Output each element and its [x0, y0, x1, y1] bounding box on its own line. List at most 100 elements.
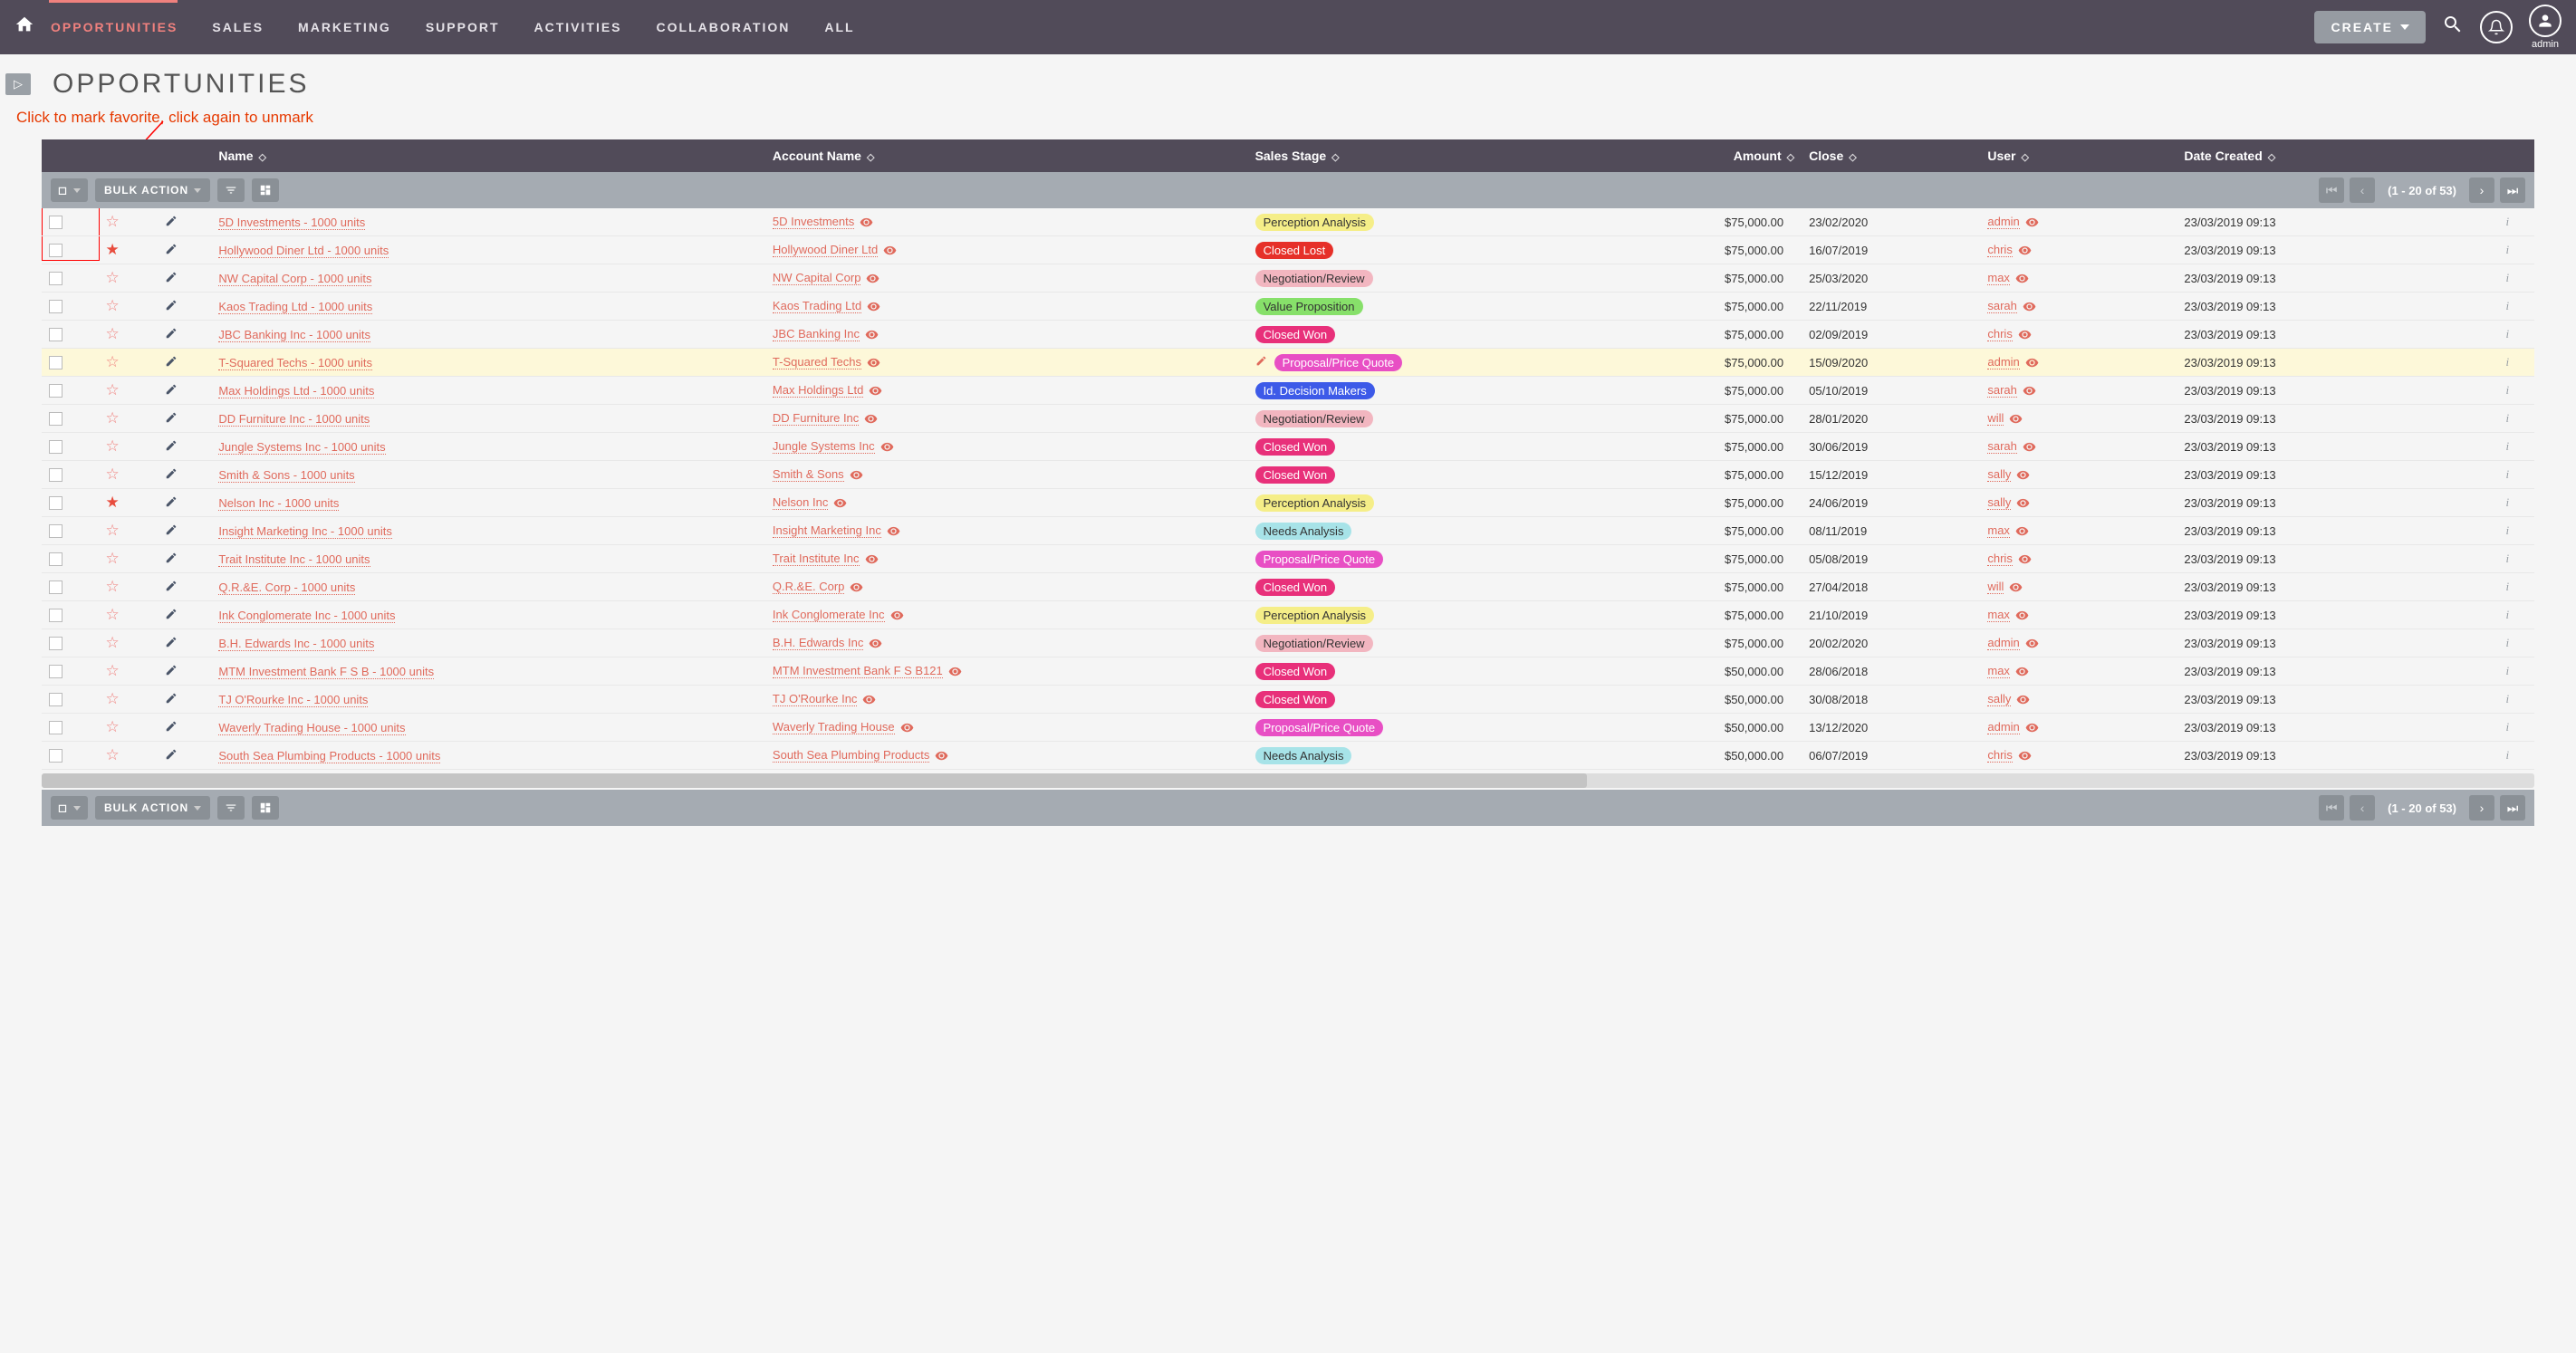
favorite-star-icon[interactable]: ☆ [104, 325, 120, 343]
favorite-star-icon[interactable]: ★ [104, 241, 120, 259]
preview-icon[interactable] [883, 243, 897, 256]
preview-icon[interactable] [860, 215, 873, 228]
preview-icon[interactable] [864, 411, 878, 425]
favorite-star-icon[interactable]: ☆ [104, 269, 120, 287]
opportunity-name-link[interactable]: Smith & Sons - 1000 units [218, 468, 354, 483]
account-link[interactable]: TJ O'Rourke Inc [773, 692, 858, 706]
row-checkbox[interactable] [49, 665, 62, 678]
row-checkbox[interactable] [49, 524, 62, 538]
row-checkbox[interactable] [49, 356, 62, 369]
favorite-star-icon[interactable]: ☆ [104, 690, 120, 708]
opportunity-name-link[interactable]: 5D Investments - 1000 units [218, 216, 365, 230]
row-checkbox[interactable] [49, 328, 62, 341]
favorite-star-icon[interactable]: ☆ [104, 297, 120, 315]
favorite-star-icon[interactable]: ☆ [104, 213, 120, 231]
info-icon[interactable]: i [2481, 629, 2534, 657]
page-first-button[interactable]: ⏮ [2319, 178, 2344, 203]
user-link[interactable]: max [1987, 664, 2010, 678]
row-checkbox[interactable] [49, 609, 62, 622]
favorite-star-icon[interactable]: ☆ [104, 718, 120, 736]
preview-icon[interactable] [2015, 664, 2029, 677]
col-created[interactable]: Date Created◇ [2177, 139, 2480, 172]
favorite-star-icon[interactable]: ☆ [104, 634, 120, 652]
inline-edit-icon[interactable] [1255, 356, 1267, 369]
preview-icon[interactable] [833, 495, 847, 509]
opportunity-name-link[interactable]: Ink Conglomerate Inc - 1000 units [218, 609, 395, 623]
preview-icon[interactable] [867, 355, 880, 369]
opportunity-name-link[interactable]: Nelson Inc - 1000 units [218, 496, 339, 511]
preview-icon[interactable] [866, 271, 879, 284]
columns-icon[interactable] [252, 796, 279, 820]
page-next-button[interactable]: › [2469, 178, 2494, 203]
user-link[interactable]: chris [1987, 552, 2012, 566]
opportunity-name-link[interactable]: Hollywood Diner Ltd - 1000 units [218, 244, 389, 258]
row-checkbox[interactable] [49, 552, 62, 566]
info-icon[interactable]: i [2481, 236, 2534, 264]
edit-row-icon[interactable] [165, 748, 178, 763]
opportunity-name-link[interactable]: Kaos Trading Ltd - 1000 units [218, 300, 372, 314]
page-prev-button[interactable]: ‹ [2350, 178, 2375, 203]
filter-icon[interactable] [217, 796, 245, 820]
account-link[interactable]: Nelson Inc [773, 495, 828, 510]
opportunity-name-link[interactable]: MTM Investment Bank F S B - 1000 units [218, 665, 434, 679]
favorite-star-icon[interactable]: ☆ [104, 746, 120, 764]
select-menu-button[interactable]: ◻ [51, 796, 88, 820]
preview-icon[interactable] [880, 439, 894, 453]
preview-icon[interactable] [869, 636, 882, 649]
preview-icon[interactable] [2009, 411, 2023, 425]
user-link[interactable]: chris [1987, 327, 2012, 341]
account-link[interactable]: Kaos Trading Ltd [773, 299, 861, 313]
preview-icon[interactable] [869, 383, 882, 397]
account-link[interactable]: B.H. Edwards Inc [773, 636, 863, 650]
row-checkbox[interactable] [49, 300, 62, 313]
edit-row-icon[interactable] [165, 608, 178, 623]
account-link[interactable]: Max Holdings Ltd [773, 383, 863, 398]
favorite-star-icon[interactable]: ☆ [104, 381, 120, 399]
preview-icon[interactable] [862, 692, 876, 705]
nav-item-sales[interactable]: SALES [212, 20, 264, 34]
info-icon[interactable]: i [2481, 573, 2534, 601]
info-icon[interactable]: i [2481, 377, 2534, 405]
col-amount[interactable]: Amount◇ [1605, 139, 1802, 172]
preview-icon[interactable] [890, 608, 904, 621]
nav-item-marketing[interactable]: MARKETING [298, 20, 391, 34]
col-close[interactable]: Close◇ [1802, 139, 1980, 172]
page-first-button[interactable]: ⏮ [2319, 795, 2344, 820]
preview-icon[interactable] [865, 327, 879, 341]
user-link[interactable]: will [1987, 411, 2004, 426]
col-stage[interactable]: Sales Stage◇ [1248, 139, 1606, 172]
info-icon[interactable]: i [2481, 489, 2534, 517]
preview-icon[interactable] [2025, 355, 2039, 369]
row-checkbox[interactable] [49, 384, 62, 398]
edit-row-icon[interactable] [165, 664, 178, 679]
edit-row-icon[interactable] [165, 523, 178, 539]
preview-icon[interactable] [865, 552, 879, 565]
edit-row-icon[interactable] [165, 552, 178, 567]
row-checkbox[interactable] [49, 693, 62, 706]
account-link[interactable]: Hollywood Diner Ltd [773, 243, 878, 257]
edit-row-icon[interactable] [165, 692, 178, 707]
preview-icon[interactable] [867, 299, 880, 312]
preview-icon[interactable] [935, 748, 948, 762]
row-checkbox[interactable] [49, 412, 62, 426]
preview-icon[interactable] [2018, 552, 2032, 565]
user-link[interactable]: sally [1987, 467, 2011, 482]
preview-icon[interactable] [2016, 467, 2030, 481]
account-link[interactable]: 5D Investments [773, 215, 854, 229]
row-checkbox[interactable] [49, 721, 62, 734]
page-next-button[interactable]: › [2469, 795, 2494, 820]
preview-icon[interactable] [2018, 748, 2032, 762]
col-user[interactable]: User◇ [1980, 139, 2177, 172]
bulk-action-button[interactable]: BULK ACTION [95, 796, 210, 820]
preview-icon[interactable] [2009, 580, 2023, 593]
edit-row-icon[interactable] [165, 215, 178, 230]
favorite-star-icon[interactable]: ★ [104, 494, 120, 512]
page-prev-button[interactable]: ‹ [2350, 795, 2375, 820]
info-icon[interactable]: i [2481, 686, 2534, 714]
opportunity-name-link[interactable]: South Sea Plumbing Products - 1000 units [218, 749, 440, 763]
user-link[interactable]: admin [1987, 720, 2019, 734]
user-link[interactable]: max [1987, 271, 2010, 285]
notifications-icon[interactable] [2480, 11, 2513, 43]
row-checkbox[interactable] [49, 244, 62, 257]
page-last-button[interactable]: ⏭ [2500, 795, 2525, 820]
